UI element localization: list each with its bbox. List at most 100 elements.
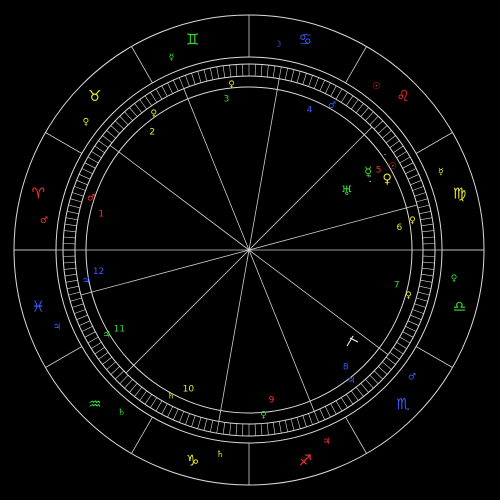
degree-tick [355, 103, 364, 114]
degree-tick [405, 326, 417, 332]
degree-tick [407, 174, 420, 180]
degree-tick [235, 423, 238, 436]
degree-tick [360, 107, 369, 117]
sign-boundary [345, 416, 367, 454]
degree-tick [150, 397, 158, 408]
house-ruler-icon: ♀ [260, 410, 267, 420]
degree-tick [419, 285, 431, 289]
aquarius-sign-icon: ♒ [88, 395, 101, 413]
degree-tick [319, 408, 325, 421]
degree-tick [74, 309, 86, 314]
degree-tick [124, 111, 133, 121]
degree-tick [64, 223, 77, 227]
degree-tick [410, 180, 422, 186]
degree-tick [203, 69, 208, 82]
mercury-ruler-icon: ☿ [169, 53, 175, 63]
sign-boundary [415, 346, 453, 368]
degree-tick [382, 361, 392, 370]
degree-tick [78, 320, 91, 326]
degree-tick [63, 236, 76, 239]
degree-tick [210, 420, 214, 432]
degree-tick [284, 68, 288, 80]
degree-tick [84, 331, 96, 338]
degree-tick [119, 115, 129, 126]
sign-boundary [345, 46, 367, 84]
degree-tick [124, 379, 133, 389]
degree-tick [308, 413, 313, 425]
degree-tick [114, 370, 125, 380]
degree-tick [185, 413, 190, 425]
house-ruler-icon: ♂ [87, 194, 95, 204]
degree-tick [78, 174, 91, 180]
sign-boundary [131, 416, 153, 454]
venus-planet-icon: ♀ [382, 172, 392, 187]
degree-tick [197, 417, 202, 429]
degree-tick [81, 326, 93, 332]
degree-tick [94, 145, 105, 153]
degree-tick [330, 403, 337, 415]
degree-tick [382, 130, 392, 139]
pisces-sign-icon: ♓ [32, 297, 45, 315]
degree-tick [351, 390, 359, 401]
house-number-6: 6 [397, 223, 403, 233]
degree-tick [325, 82, 331, 94]
degree-tick [396, 341, 407, 349]
degree-tick [410, 314, 422, 320]
degree-tick [216, 66, 220, 79]
degree-tick [272, 422, 276, 435]
degree-tick [378, 366, 388, 375]
degree-tick [98, 352, 109, 360]
degree-tick [402, 162, 414, 169]
house-ruler-icon: ♀ [409, 216, 416, 226]
degree-tick [68, 291, 81, 296]
degree-tick [161, 403, 168, 415]
degree-tick [155, 88, 163, 100]
degree-tick [114, 120, 125, 130]
degree-tick [216, 421, 220, 434]
degree-tick [68, 204, 81, 209]
degree-tick [416, 297, 428, 302]
degree-tick [414, 303, 426, 308]
degree-tick [389, 352, 400, 360]
jupiter-ruler-icon: ♃ [53, 323, 61, 333]
degree-tick [396, 151, 407, 159]
degree-tick [378, 125, 388, 134]
degree-tick [319, 79, 325, 92]
degree-tick [278, 66, 282, 79]
house-ruler-icon: ♀ [151, 109, 158, 119]
house-number-7: 7 [394, 281, 400, 291]
aries-sign-icon: ♈ [32, 185, 45, 203]
degree-tick [393, 145, 404, 153]
degree-tick [144, 394, 152, 405]
degree-tick [417, 291, 430, 296]
astrology-chart: ♌ ☉ ♋ ☽ ♊ ☿ ♉ ♀ ♈ ♂ ♓ ♃ ♒ ♄ ♑ ♄ ♐ ♃ ♏ ♂ ♎ ♀ ♍ ☿ 1 2 3 4 5 6 7 8 9 10 11 12 ♂… [0, 0, 500, 500]
degree-tick [139, 390, 147, 401]
degree-tick [72, 303, 84, 308]
degree-tick [81, 168, 93, 174]
house-ruler-icon: ♄ [167, 392, 175, 402]
degree-tick [399, 156, 411, 164]
degree-tick [365, 379, 374, 389]
degree-tick [229, 64, 232, 78]
degree-tick [414, 192, 426, 197]
jupiter-ruler-icon: ♃ [322, 437, 330, 447]
planet-marker: ⁚ [369, 175, 372, 185]
degree-tick [76, 314, 88, 320]
degree-tick [369, 374, 379, 385]
degree-tick [421, 230, 435, 233]
degree-tick [373, 370, 384, 380]
house-number-1: 1 [98, 210, 104, 220]
degree-tick [191, 415, 196, 427]
degree-tick [412, 309, 424, 314]
degree-tick [65, 279, 78, 283]
degree-tick [210, 68, 214, 80]
degree-tick [420, 279, 433, 283]
degree-tick [313, 411, 319, 423]
house-number-2: 2 [149, 128, 155, 138]
degree-tick [266, 64, 269, 78]
degree-tick [420, 217, 433, 221]
degree-tick [272, 65, 276, 78]
degree-tick [179, 411, 185, 423]
degree-tick [106, 361, 116, 370]
degree-tick [144, 95, 152, 106]
